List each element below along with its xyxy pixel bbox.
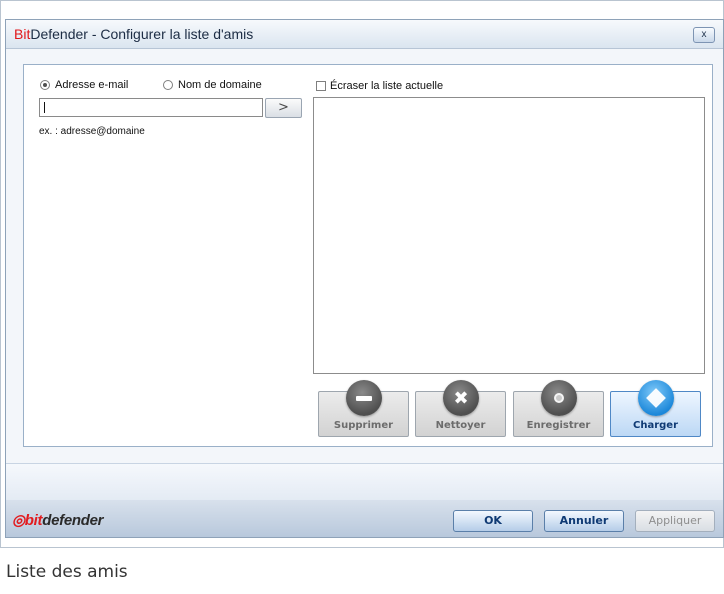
friends-list-dialog: BitDefender - Configurer la liste d'amis… [5, 19, 724, 538]
bitdefender-logo: ◎bitdefender [12, 512, 104, 529]
logo-prefix: bit [24, 512, 43, 529]
x-icon: ✖ [443, 380, 479, 416]
overwrite-checkbox[interactable] [316, 81, 326, 91]
save-button[interactable]: Enregistrer [513, 380, 604, 437]
logo-suffix: defender [42, 512, 104, 529]
radio-email-button[interactable] [40, 80, 50, 90]
radio-email-option[interactable]: Adresse e-mail [40, 79, 128, 91]
friends-listbox[interactable] [313, 97, 705, 374]
title-text: Defender - Configurer la liste d'amis [30, 26, 254, 42]
minus-icon [346, 380, 382, 416]
chevron-right-icon: > [278, 100, 289, 115]
dialog-footer: ◎bitdefender OK Annuler Appliquer [6, 500, 723, 537]
radio-email-label: Adresse e-mail [55, 79, 129, 91]
close-icon: x [701, 29, 707, 40]
apply-button[interactable]: Appliquer [635, 510, 715, 532]
title-bar[interactable]: BitDefender - Configurer la liste d'amis… [6, 20, 723, 49]
address-input[interactable] [39, 98, 263, 117]
close-button[interactable]: x [693, 27, 715, 43]
cancel-button[interactable]: Annuler [544, 510, 624, 532]
disc-icon [541, 380, 577, 416]
clear-button[interactable]: ✖ Nettoyer [415, 380, 506, 437]
delete-button[interactable]: Supprimer [318, 380, 409, 437]
title-brand: Bit [14, 26, 31, 42]
radio-domain-option[interactable]: Nom de domaine [163, 79, 262, 91]
load-label: Charger [632, 420, 678, 431]
save-label: Enregistrer [526, 420, 591, 431]
address-hint: ex. : adresse@domaine [39, 126, 145, 137]
ok-button[interactable]: OK [453, 510, 533, 532]
add-address-button[interactable]: > [265, 98, 302, 118]
screenshot-frame: BitDefender - Configurer la liste d'amis… [0, 0, 724, 548]
load-button[interactable]: Charger [610, 380, 701, 437]
clear-label: Nettoyer [435, 420, 486, 431]
radio-domain-button[interactable] [163, 80, 173, 90]
radio-domain-label: Nom de domaine [178, 79, 262, 91]
delete-label: Supprimer [333, 420, 394, 431]
overwrite-option[interactable]: Écraser la liste actuelle [316, 80, 443, 92]
window-title: BitDefender - Configurer la liste d'amis [14, 26, 253, 42]
figure-caption: Liste des amis [6, 562, 128, 582]
content-panel: Adresse e-mail Nom de domaine > ex. : ad… [23, 64, 713, 447]
status-band [6, 463, 723, 501]
overwrite-label: Écraser la liste actuelle [330, 80, 444, 92]
diamond-icon [638, 380, 674, 416]
